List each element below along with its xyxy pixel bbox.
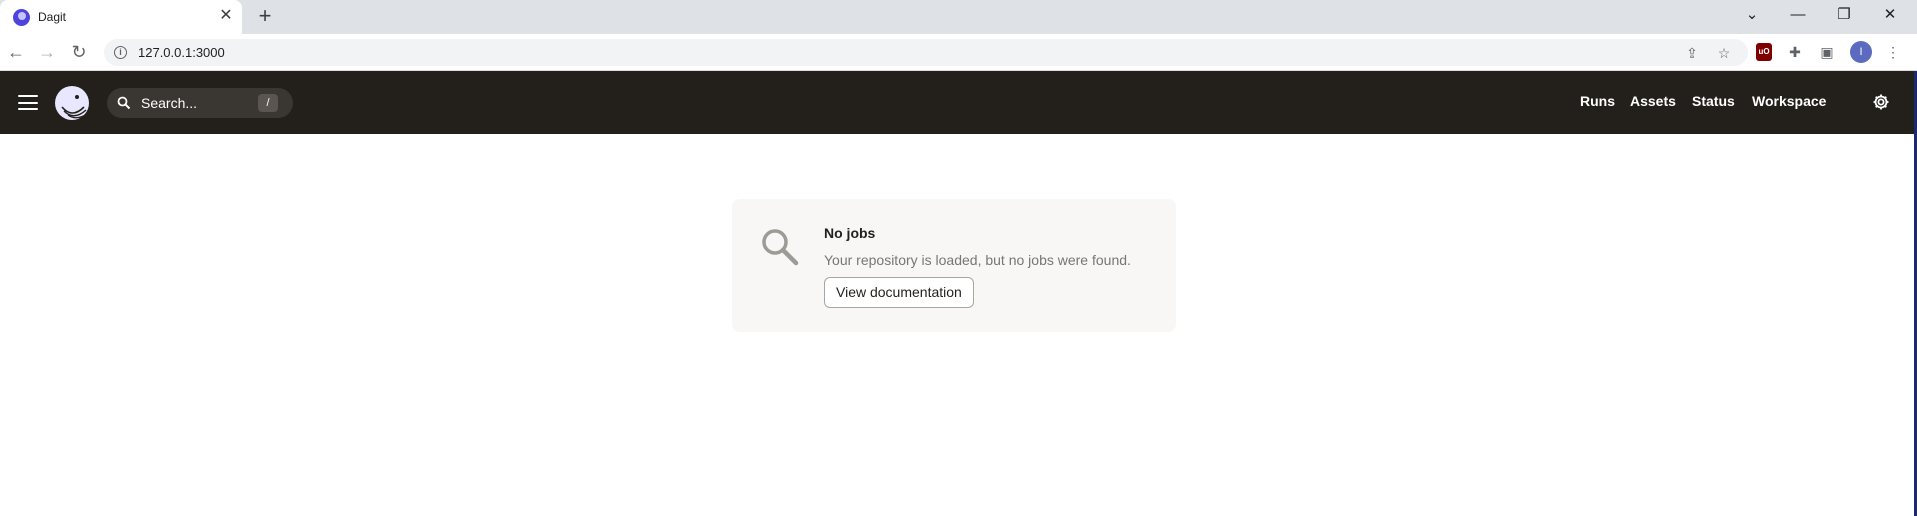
address-bar[interactable]: i 127.0.0.1:3000 ⇪ ☆ (104, 39, 1748, 66)
nav-link-status[interactable]: Status (1692, 93, 1735, 109)
new-tab-button[interactable]: + (253, 5, 277, 29)
share-icon[interactable]: ⇪ (1682, 43, 1702, 63)
profile-avatar[interactable]: I (1850, 41, 1872, 63)
back-button[interactable]: ← (5, 41, 27, 63)
settings-gear-icon[interactable] (1872, 93, 1890, 111)
url-text: 127.0.0.1:3000 (138, 45, 225, 60)
global-search-box[interactable]: / (107, 88, 293, 118)
minimize-button[interactable]: — (1784, 4, 1812, 26)
extensions-puzzle-icon[interactable]: ✚ (1784, 41, 1806, 63)
search-input[interactable] (141, 94, 261, 112)
bookmark-star-icon[interactable]: ☆ (1714, 43, 1734, 63)
tab-search-icon[interactable]: ⌄ (1738, 4, 1766, 26)
browser-menu-icon[interactable]: ⋮ (1882, 41, 1904, 63)
side-panel-icon[interactable]: ▣ (1816, 41, 1838, 63)
search-icon (117, 96, 131, 110)
view-documentation-button[interactable]: View documentation (824, 277, 974, 308)
dagster-logo-icon[interactable] (54, 85, 90, 121)
restore-button[interactable]: ❐ (1830, 4, 1858, 26)
nav-link-assets[interactable]: Assets (1630, 93, 1676, 109)
browser-tab[interactable]: Dagit ✕ (0, 0, 242, 34)
app-header: / Runs Assets Status Workspace (0, 71, 1914, 134)
forward-button[interactable]: → (36, 41, 58, 63)
ublock-extension-icon[interactable]: uO (1756, 43, 1772, 61)
menu-hamburger-icon[interactable] (18, 95, 38, 110)
magnifier-icon (762, 229, 799, 266)
search-shortcut-key: / (258, 94, 278, 112)
tab-title: Dagit (38, 10, 67, 24)
site-info-icon[interactable]: i (114, 46, 127, 59)
reload-button[interactable]: ↻ (68, 41, 90, 63)
empty-state-title: No jobs (824, 225, 876, 241)
nav-link-runs[interactable]: Runs (1580, 93, 1615, 109)
browser-tab-strip: Dagit ✕ + ⌄ — ❐ ✕ (0, 0, 1917, 34)
dagit-favicon-icon (13, 9, 30, 26)
window-close-button[interactable]: ✕ (1876, 4, 1904, 26)
empty-state-card: No jobs Your repository is loaded, but n… (732, 199, 1176, 332)
empty-state-description: Your repository is loaded, but no jobs w… (824, 252, 1131, 268)
tab-close-icon[interactable]: ✕ (216, 6, 236, 26)
browser-toolbar: ← → ↻ i 127.0.0.1:3000 ⇪ ☆ uO ✚ ▣ I ⋮ (0, 34, 1917, 71)
nav-link-workspace[interactable]: Workspace (1752, 93, 1826, 109)
